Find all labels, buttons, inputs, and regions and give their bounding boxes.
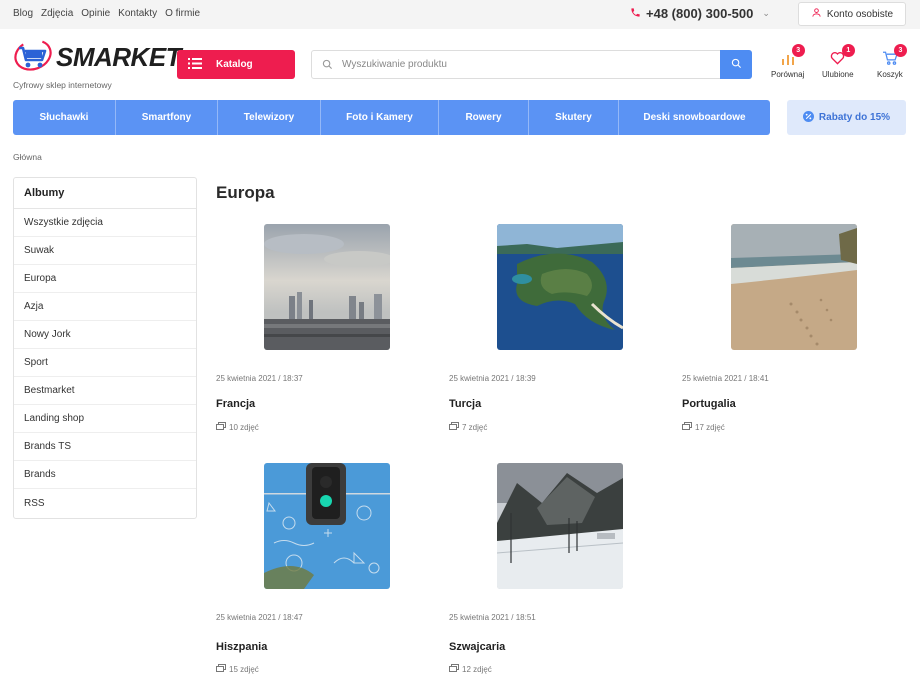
cart-button[interactable]: 3 Koszyk <box>877 44 907 79</box>
discount-label: Rabaty do 15% <box>818 112 891 123</box>
album-count-text: 15 zdjęć <box>229 664 259 674</box>
cart-label: Koszyk <box>877 70 903 79</box>
top-nav: Blog Zdjęcia Opinie Kontakty O firmie <box>13 8 200 19</box>
top-bar: Blog Zdjęcia Opinie Kontakty O firmie +4… <box>0 0 920 29</box>
album-count-text: 17 zdjęć <box>695 422 725 432</box>
sidebar-item-landing-shop[interactable]: Landing shop <box>14 405 196 433</box>
percent-icon <box>802 110 814 125</box>
category-headphones[interactable]: Słuchawki <box>13 100 116 135</box>
phone-selector[interactable]: +48 (800) 300-500 ⌄ <box>630 6 770 21</box>
category-smartphones[interactable]: Smartfony <box>116 100 218 135</box>
search-icon <box>731 56 742 74</box>
albums-sidebar: Albumy Wszystkie zdjęcia Suwak Europa Az… <box>13 177 197 519</box>
album-photo-count: 7 zdjęć <box>449 422 487 432</box>
sidebar-item-asia[interactable]: Azja <box>14 293 196 321</box>
cart-badge: 3 <box>893 44 907 57</box>
search-button[interactable] <box>720 50 752 79</box>
heart-icon: 1 <box>827 44 855 68</box>
album-photo-count: 15 zdjęć <box>216 664 259 674</box>
discount-button[interactable]: Rabaty do 15% <box>787 100 906 135</box>
album-thumbnail[interactable] <box>264 463 390 589</box>
album-thumbnail[interactable] <box>497 224 623 350</box>
chart-icon: 3 <box>777 44 805 68</box>
chevron-down-icon: ⌄ <box>762 8 770 18</box>
category-scooters[interactable]: Skutery <box>529 100 619 135</box>
album-date: 25 kwietnia 2021 / 18:51 <box>449 613 536 622</box>
breadcrumb[interactable]: Główna <box>13 152 42 162</box>
top-link-contacts[interactable]: Kontakty <box>118 8 157 19</box>
top-link-reviews[interactable]: Opinie <box>81 8 110 19</box>
sidebar-item-slider[interactable]: Suwak <box>14 237 196 265</box>
photos-icon <box>216 664 226 674</box>
sidebar-item-sport[interactable]: Sport <box>14 349 196 377</box>
compare-label: Porównaj <box>771 70 805 79</box>
album-count-text: 10 zdjęć <box>229 422 259 432</box>
album-thumbnail[interactable] <box>497 463 623 589</box>
album-title[interactable]: Francja <box>216 398 255 410</box>
album-date: 25 kwietnia 2021 / 18:41 <box>682 374 769 383</box>
album-count-text: 7 zdjęć <box>462 422 488 432</box>
album-title[interactable]: Turcja <box>449 398 481 410</box>
album-thumbnail[interactable] <box>264 224 390 350</box>
cart-logo-icon <box>13 38 53 77</box>
album-photo-count: 17 zdjęć <box>682 422 725 432</box>
album-thumbnail[interactable] <box>731 224 857 350</box>
favorites-button[interactable]: 1 Ulubione <box>822 44 855 79</box>
favorites-label: Ulubione <box>822 70 854 79</box>
photos-icon <box>682 422 692 432</box>
catalog-label: Katalog <box>216 59 253 70</box>
photos-icon <box>216 422 226 432</box>
search-icon <box>312 59 342 70</box>
favorites-badge: 1 <box>841 44 855 57</box>
photos-icon <box>449 422 459 432</box>
tagline: Cyfrowy sklep internetowy <box>13 80 112 90</box>
sidebar-item-new-york[interactable]: Nowy Jork <box>14 321 196 349</box>
category-snowboards[interactable]: Deski snowboardowe <box>619 100 770 135</box>
top-link-about[interactable]: O firmie <box>165 8 200 19</box>
cart-icon: 3 <box>879 44 907 68</box>
album-count-text: 12 zdjęć <box>462 664 492 674</box>
top-link-photos[interactable]: Zdjęcia <box>41 8 73 19</box>
phone-number: +48 (800) 300-500 <box>646 6 754 21</box>
photos-icon <box>449 664 459 674</box>
user-icon <box>811 7 822 21</box>
album-date: 25 kwietnia 2021 / 18:47 <box>216 613 303 622</box>
sidebar-item-europe[interactable]: Europa <box>14 265 196 293</box>
logo[interactable]: SMARKET <box>13 38 182 77</box>
compare-badge: 3 <box>791 44 805 57</box>
category-photo-cameras[interactable]: Foto i Kamery <box>321 100 439 135</box>
logo-text: SMARKET <box>56 42 182 72</box>
album-date: 25 kwietnia 2021 / 18:39 <box>449 374 536 383</box>
album-photo-count: 12 zdjęć <box>449 664 492 674</box>
page-title: Europa <box>216 183 275 202</box>
category-bikes[interactable]: Rowery <box>439 100 529 135</box>
album-date: 25 kwietnia 2021 / 18:37 <box>216 374 303 383</box>
top-link-blog[interactable]: Blog <box>13 8 33 19</box>
sidebar-item-rss[interactable]: RSS <box>14 489 196 517</box>
account-label: Konto osobiste <box>826 8 894 20</box>
compare-button[interactable]: 3 Porównaj <box>771 44 805 79</box>
sidebar-title: Albumy <box>14 178 196 209</box>
sidebar-item-bestmarket[interactable]: Bestmarket <box>14 377 196 405</box>
search-input[interactable] <box>342 51 720 78</box>
catalog-button[interactable]: Katalog <box>177 50 295 79</box>
album-photo-count: 10 zdjęć <box>216 422 259 432</box>
album-title[interactable]: Szwajcaria <box>449 641 505 653</box>
album-title[interactable]: Hiszpania <box>216 641 267 653</box>
sidebar-item-all-photos[interactable]: Wszystkie zdjęcia <box>14 209 196 237</box>
search-bar <box>311 50 752 79</box>
sidebar-item-brands-ts[interactable]: Brands TS <box>14 433 196 461</box>
account-button[interactable]: Konto osobiste <box>798 2 906 26</box>
category-bar: Słuchawki Smartfony Telewizory Foto i Ka… <box>13 100 770 135</box>
menu-icon <box>188 57 202 72</box>
category-tv[interactable]: Telewizory <box>218 100 321 135</box>
album-title[interactable]: Portugalia <box>682 398 736 410</box>
sidebar-item-brands[interactable]: Brands <box>14 461 196 489</box>
phone-icon <box>630 6 641 21</box>
